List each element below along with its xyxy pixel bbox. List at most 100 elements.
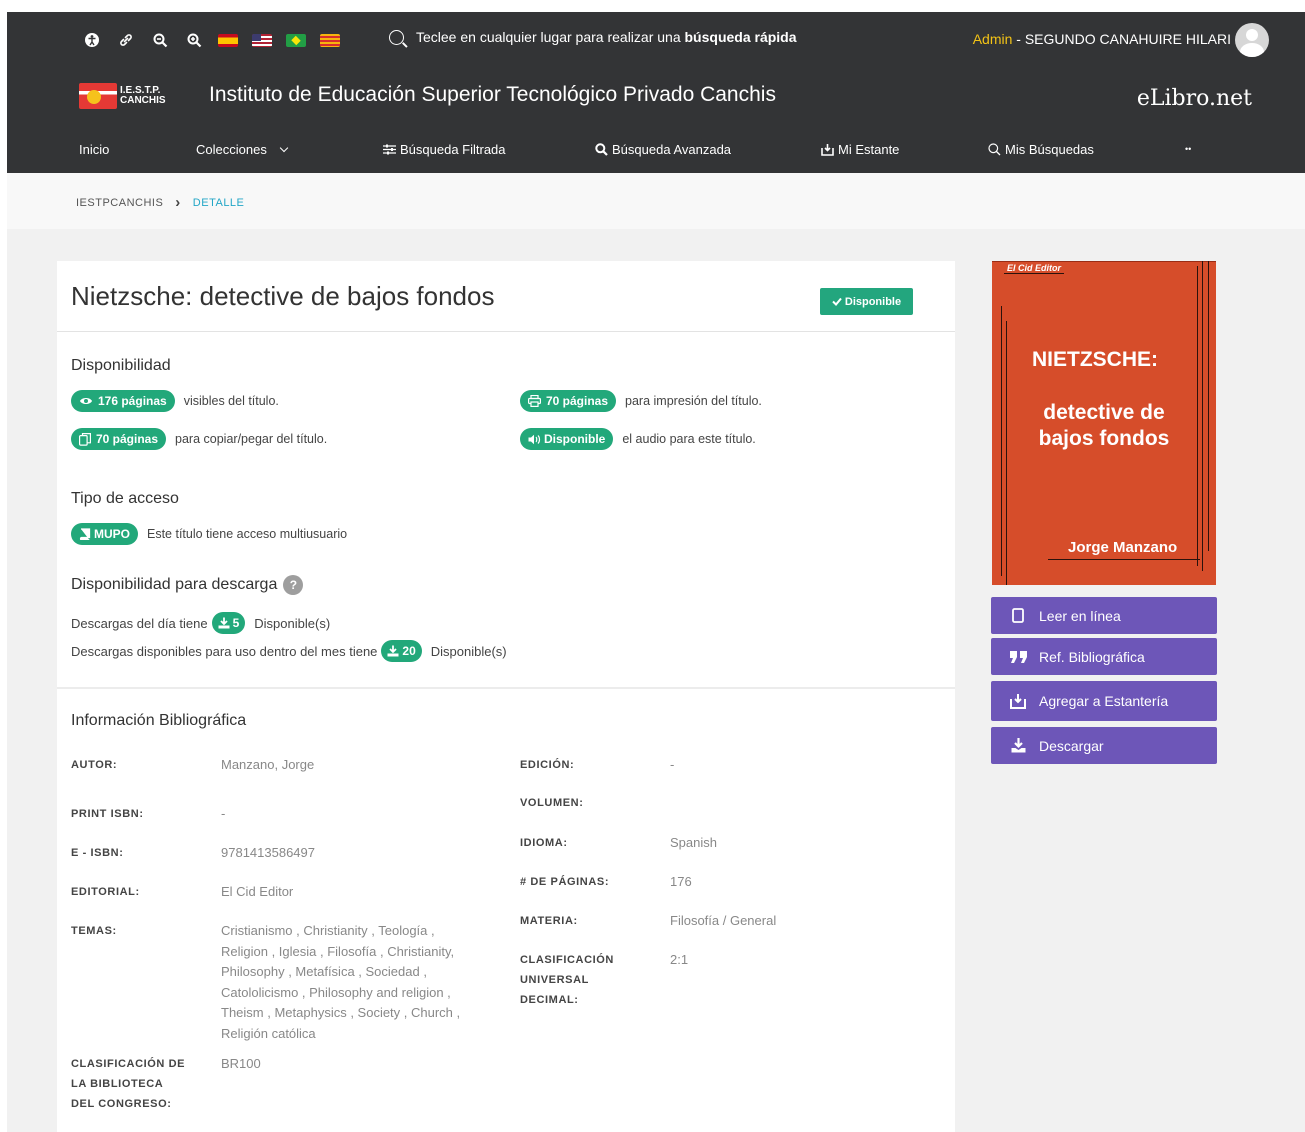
user-role: Admin [972, 31, 1013, 47]
bib-label-editorial: EDITORIAL: [71, 886, 140, 898]
nav-busqueda-avanzada[interactable]: Búsqueda Avanzada [595, 142, 731, 157]
add-to-shelf-label: Agregar a Estantería [1039, 693, 1169, 709]
breadcrumb-home[interactable]: IESTPCANCHIS [76, 197, 163, 209]
access-row: MUPO Este título tiene acceso multiusuar… [71, 523, 347, 545]
nav-colecciones[interactable]: Colecciones [196, 142, 289, 157]
page-title: Nietzsche: detective de bajos fondos [71, 281, 495, 311]
more-dots-icon: •• [1185, 144, 1192, 154]
breadcrumb-separator-icon: › [175, 194, 181, 211]
downloads-month-pill: 20 [381, 640, 422, 662]
nav-busquedas-label: Mis Búsquedas [1005, 142, 1094, 157]
status-badge-label: Disponible [844, 295, 902, 308]
copy-pages-text: para copiar/pegar del título. [175, 432, 328, 446]
download-button[interactable]: Descargar [991, 727, 1217, 764]
bib-value-eisbn: 9781413586497 [221, 845, 315, 860]
downloads-day-pill: 5 [211, 612, 246, 634]
user-name: SEGUNDO CANAHUIRE HILARI [1024, 31, 1231, 47]
filter-sliders-icon [383, 144, 396, 155]
bib-label-paginas: # DE PÁGINAS: [520, 876, 610, 888]
bib-value-autor: Manzano, Jorge [221, 757, 315, 772]
utility-icons [82, 30, 340, 50]
access-heading: Tipo de acceso [71, 490, 179, 507]
nav-estante-label: Mi Estante [838, 142, 900, 157]
bib-heading: Información Bibliográfica [71, 712, 247, 729]
temas-line: Religion , Iglesia , Filosofía , Christi… [221, 943, 455, 959]
downloads-day-row: Descargas del día tiene 5 Disponible(s) [71, 612, 330, 634]
copy-pages-value: 70 páginas [96, 432, 159, 446]
eye-icon [80, 398, 92, 404]
visible-pages-pill: 176 páginas [71, 390, 175, 412]
flag-usa-icon[interactable] [252, 33, 272, 47]
nav-mi-estante[interactable]: Mi Estante [821, 142, 899, 157]
availability-audio: Disponible el audio para este título. [520, 428, 756, 450]
temas-line: Philosophy , Metafísica , Sociedad , [221, 964, 427, 979]
flag-catalonia-icon[interactable] [320, 33, 340, 47]
accessibility-icon[interactable] [82, 30, 102, 50]
cdu-label-line: DECIMAL: [520, 994, 579, 1006]
availability-heading: Disponibilidad [71, 357, 171, 374]
bib-value-paginas: 176 [670, 874, 692, 889]
top-header: Teclee en cualquier lugar para realizar … [7, 12, 1305, 173]
logo-emblem-icon [79, 83, 117, 109]
section-divider [57, 687, 955, 689]
volume-icon [528, 434, 541, 444]
audio-pill: Disponible [520, 428, 614, 450]
breadcrumb-current: DETALLE [192, 196, 245, 209]
nav-inicio[interactable]: Inicio [79, 142, 109, 157]
quick-search-text: Teclee en cualquier lugar para realizar … [416, 29, 797, 45]
book-cover[interactable]: El Cid Editor NIETZSCHE: detective de ba… [992, 261, 1216, 585]
cover-author: Jorge Manzano [1068, 539, 1178, 556]
utility-bar: Teclee en cualquier lugar para realizar … [7, 12, 1305, 68]
book-icon [79, 528, 91, 540]
nav-inicio-label: Inicio [79, 142, 110, 157]
bib-value-cdu: 2:1 [670, 952, 689, 967]
downloads-heading-text: Disponibilidad para descarga [71, 576, 278, 593]
quick-search[interactable]: Teclee en cualquier lugar para realizar … [389, 29, 797, 45]
downloads-day-suffix: Disponible(s) [254, 615, 331, 631]
copy-pages-pill: 70 páginas [71, 428, 167, 450]
nav-busqueda-filtrada[interactable]: Búsqueda Filtrada [383, 142, 506, 157]
cover-title-line-3: bajos fondos [1038, 427, 1170, 450]
app-frame: Teclee en cualquier lugar para realizar … [7, 12, 1305, 1132]
bibliographic-ref-button[interactable]: Ref. Bibliográfica [991, 638, 1217, 675]
temas-line: Catololicismo , Philosophy and religion … [221, 984, 451, 1000]
cover-title-line-1: NIETZSCHE: [1032, 348, 1158, 371]
bib-label-print-isbn: PRINT ISBN: [71, 808, 144, 820]
add-to-shelf-button[interactable]: Agregar a Estantería [991, 681, 1217, 721]
main-nav: Inicio Colecciones Búsqueda Filtrada Bús… [7, 124, 1305, 173]
nav-more-menu[interactable]: •• [1185, 144, 1191, 154]
nav-mis-busquedas[interactable]: Mis Búsquedas [988, 142, 1094, 157]
avatar[interactable] [1235, 23, 1269, 57]
user-info[interactable]: Admin - SEGUNDO CANAHUIRE HILARI [973, 31, 1231, 47]
bib-label-lcc: CLASIFICACIÓN DE LA BIBLIOTECA DEL CONGR… [71, 1054, 185, 1114]
card-header: Nietzsche: detective de bajos fondos Dis… [57, 261, 955, 332]
zoom-out-icon[interactable] [150, 30, 170, 50]
bib-label-volumen: VOLUMEN: [520, 797, 584, 809]
read-online-label: Leer en línea [1039, 607, 1121, 624]
bib-value-temas: Cristianismo , Christianity , Teología ,… [221, 921, 460, 1044]
flag-spain-icon[interactable] [218, 33, 238, 47]
zoom-in-icon[interactable] [184, 30, 204, 50]
copy-icon [79, 432, 91, 446]
cover-title-rest: detective de bajos fondos [992, 400, 1216, 452]
bib-label-eisbn: E - ISBN: [71, 847, 124, 859]
book-detail-card: Nietzsche: detective de bajos fondos Dis… [57, 261, 955, 1132]
print-icon [528, 395, 541, 407]
brand-logo[interactable]: eLibro.net [1137, 86, 1252, 111]
search-icon [389, 29, 404, 45]
downloads-heading: Disponibilidad para descarga ? [71, 575, 304, 595]
availability-copy: 70 páginas para copiar/pegar del título. [71, 428, 327, 450]
link-icon[interactable] [116, 30, 136, 50]
quote-icon [1009, 650, 1027, 663]
bib-value-edicion: - [670, 757, 675, 772]
read-online-button[interactable]: Leer en línea [991, 597, 1217, 634]
bib-value-idioma: Spanish [670, 835, 717, 850]
flag-brazil-icon[interactable] [286, 33, 306, 47]
availability-visible: 176 páginas visibles del título. [71, 390, 279, 412]
temas-line: Cristianismo , Christianity , Teología , [221, 923, 435, 938]
institution-logo[interactable]: I.E.S.T.P. CANCHIS [79, 82, 179, 110]
institution-bar: I.E.S.T.P. CANCHIS Instituto de Educación… [7, 68, 1305, 123]
help-icon[interactable]: ? [283, 575, 304, 595]
visible-pages-value: 176 páginas [98, 394, 167, 408]
cover-title-line-2: detective de [1043, 401, 1165, 424]
